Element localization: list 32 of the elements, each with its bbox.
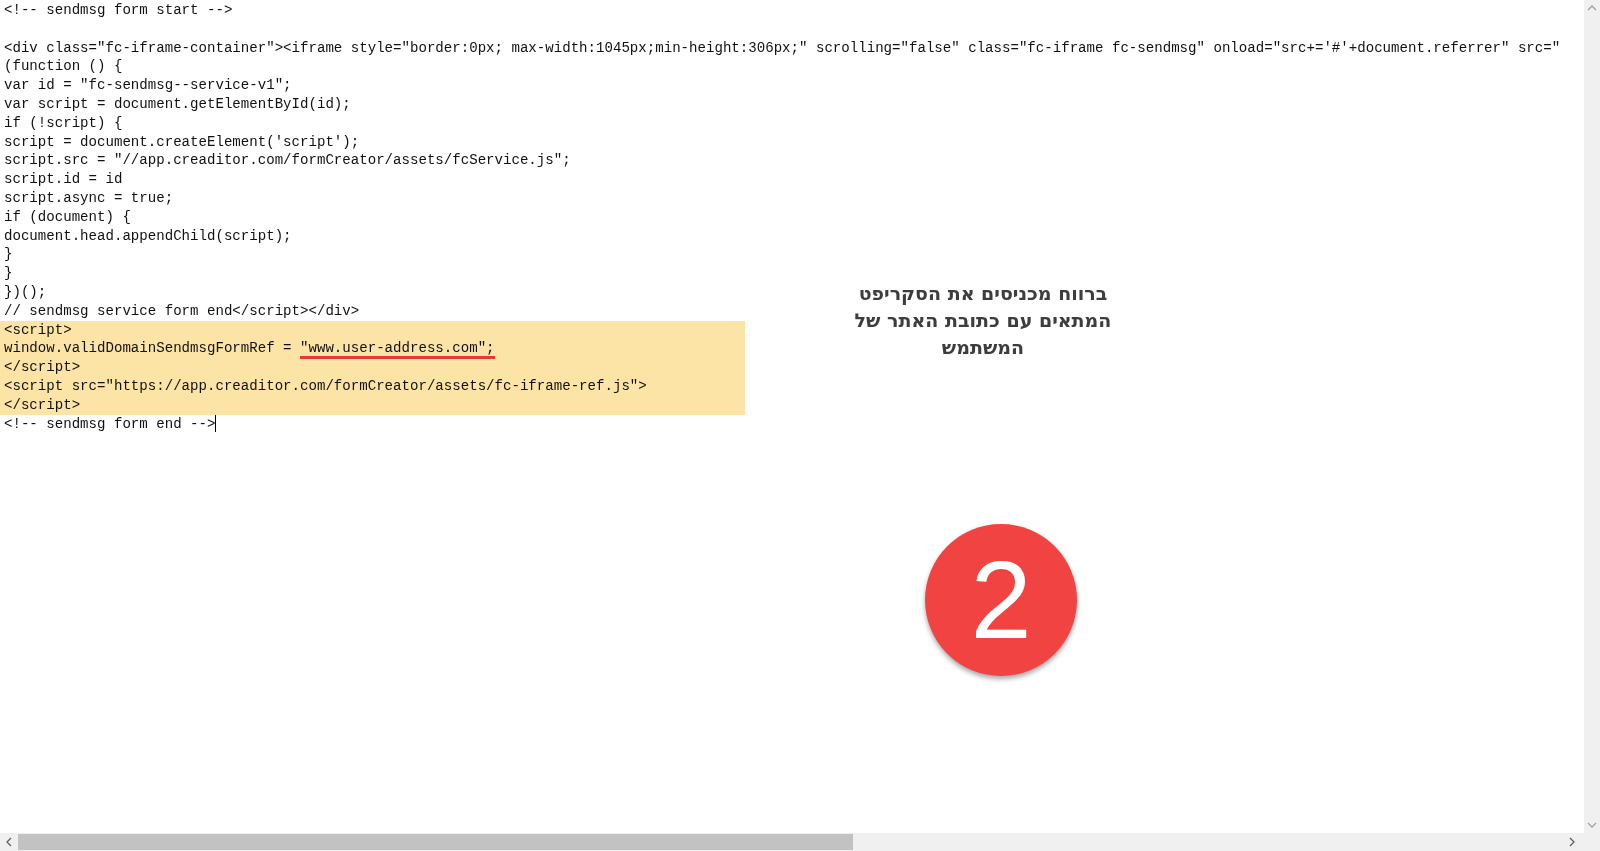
code-line: document.head.appendChild(script); [4, 227, 292, 244]
code-line: } [4, 246, 13, 263]
code-line: script.async = true; [4, 189, 174, 206]
step-number-badge: 2 [925, 524, 1077, 676]
scroll-down-icon[interactable] [1587, 821, 1597, 829]
code-line: } [4, 265, 13, 282]
annotation-text: ברווח מכניסים את הסקריפט המתאים עם כתובת האתר של המשתמש [853, 281, 1113, 360]
scroll-right-icon[interactable] [1568, 837, 1576, 847]
code-line: script.id = id [4, 171, 123, 188]
code-line: if (!script) { [4, 114, 123, 131]
code-line: // sendmsg service form end</script></div> [4, 302, 360, 319]
code-line: <!-- sendmsg form start --> [4, 2, 233, 18]
code-line: })(); [4, 283, 47, 300]
code-text: window.validDomainSendmsgFormRef = [4, 340, 293, 357]
code-line: <script src="https://app.creaditor.com/formCreator/assets/fc-iframe-ref.js"> [4, 377, 647, 394]
code-line: var script = document.getElementById(id); [4, 96, 351, 112]
underlined-code-text: "www.user-address.com"; [300, 340, 495, 360]
vertical-scrollbar[interactable] [1584, 0, 1600, 833]
code-line: if (document) { [4, 208, 131, 225]
code-line: </script> [4, 396, 81, 413]
code-line: script = document.createElement('script'); [4, 133, 360, 150]
scroll-left-icon[interactable] [5, 837, 13, 847]
code-line: <script> [4, 321, 72, 338]
scrollbar-thumb[interactable] [18, 834, 853, 850]
scroll-up-icon[interactable] [1587, 4, 1597, 12]
code-line: (function () { [4, 58, 123, 75]
code-line: <div class="fc-iframe-container"><iframe style="border:0px; max-width:1045px;min-height:306px;" scrolling="false" class="fc-iframe fc-sendmsg" onload="src+='#'+document.referrer" src=" [4, 39, 1561, 56]
code-line: <!-- sendmsg form end --> [4, 415, 216, 432]
code-line: </script> [4, 359, 81, 376]
code-line: script.src = "//app.creaditor.com/formCreator/assets/fcService.js"; [4, 152, 571, 169]
code-line: var id = "fc-sendmsg--service-v1"; [4, 77, 292, 94]
code-editor[interactable] [0, 0, 1600, 851]
